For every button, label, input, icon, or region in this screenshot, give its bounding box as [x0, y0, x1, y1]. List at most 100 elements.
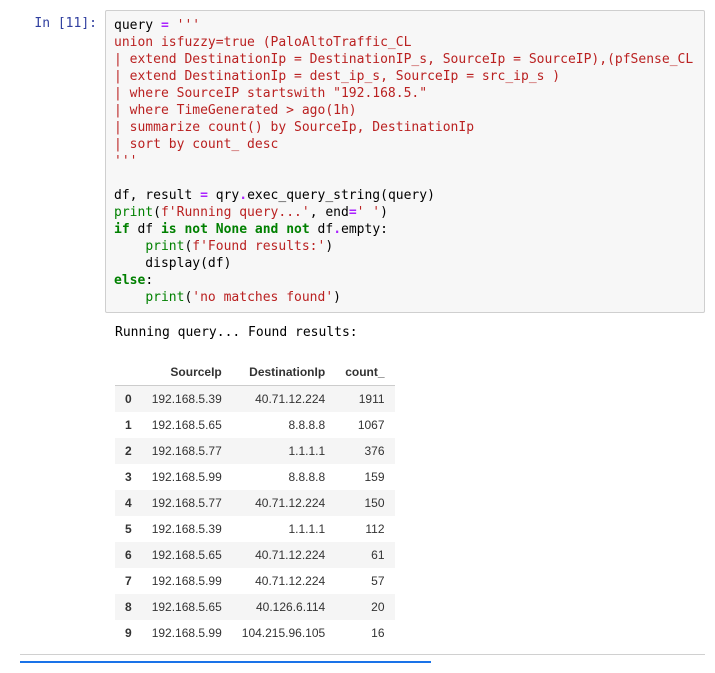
code-token: [169, 18, 177, 33]
code-token: [114, 290, 145, 305]
row-index: 6: [115, 542, 142, 568]
table-cell: 1.1.1.1: [232, 516, 335, 542]
row-index: 1: [115, 412, 142, 438]
code-token: [247, 222, 255, 237]
code-token: qry: [208, 188, 239, 203]
code-token: 'no matches found': [192, 290, 333, 305]
code-token: =: [161, 18, 169, 33]
code-token: | where SourceIP startswith "192.168.5.": [114, 86, 427, 101]
table-cell: 1067: [335, 412, 394, 438]
table-cell: 40.71.12.224: [232, 542, 335, 568]
table-cell: 16: [335, 620, 394, 646]
code-token: ): [333, 290, 341, 305]
table-cell: 192.168.5.77: [142, 490, 232, 516]
code-token: | extend DestinationIp = DestinationIP_s…: [114, 52, 693, 67]
code-token: else: [114, 273, 145, 288]
code-token: | extend DestinationIp = dest_ip_s, Sour…: [114, 69, 560, 84]
code-token: (: [153, 205, 161, 220]
code-token: f'Running query...': [161, 205, 310, 220]
table-cell: 192.168.5.65: [142, 542, 232, 568]
code-token: df: [310, 222, 333, 237]
table-row: 8192.168.5.6540.126.6.11420: [115, 594, 395, 620]
row-index: 0: [115, 386, 142, 413]
code-token: empty:: [341, 222, 388, 237]
code-cell: In [11]: query = ''' union isfuzzy=true …: [20, 10, 705, 313]
table-cell: 192.168.5.65: [142, 594, 232, 620]
table-row: 2192.168.5.771.1.1.1376: [115, 438, 395, 464]
table-cell: 192.168.5.65: [142, 412, 232, 438]
table-cell: 192.168.5.99: [142, 620, 232, 646]
column-header: DestinationIp: [232, 359, 335, 386]
code-token: is: [161, 222, 177, 237]
row-index: 9: [115, 620, 142, 646]
code-token: ): [325, 239, 333, 254]
code-token: union isfuzzy=true (PaloAltoTraffic_CL: [114, 35, 411, 50]
code-token: =: [349, 205, 357, 220]
table-row: 6192.168.5.6540.71.12.22461: [115, 542, 395, 568]
selection-indicator: [20, 661, 431, 663]
code-token: print: [145, 290, 184, 305]
code-token: ' ': [357, 205, 380, 220]
row-index: 8: [115, 594, 142, 620]
table-cell: 192.168.5.77: [142, 438, 232, 464]
input-prompt: In [11]:: [20, 10, 105, 31]
column-header: count_: [335, 359, 394, 386]
row-index: 5: [115, 516, 142, 542]
table-cell: 57: [335, 568, 394, 594]
table-cell: 61: [335, 542, 394, 568]
row-index: 4: [115, 490, 142, 516]
row-index: 7: [115, 568, 142, 594]
code-token: ''': [177, 18, 200, 33]
table-row: 0192.168.5.3940.71.12.2241911: [115, 386, 395, 413]
code-token: df, result: [114, 188, 200, 203]
table-cell: 159: [335, 464, 394, 490]
code-token: .: [239, 188, 247, 203]
code-token: display(df): [114, 256, 231, 271]
code-token: None: [216, 222, 247, 237]
code-token: and: [255, 222, 278, 237]
code-token: if: [114, 222, 130, 237]
code-token: [208, 222, 216, 237]
table-cell: 104.215.96.105: [232, 620, 335, 646]
divider: [20, 654, 705, 657]
table-cell: 192.168.5.39: [142, 386, 232, 413]
table-cell: 40.71.12.224: [232, 490, 335, 516]
table-row: 1192.168.5.658.8.8.81067: [115, 412, 395, 438]
code-token: | where TimeGenerated > ago(1h): [114, 103, 357, 118]
table-row: 4192.168.5.7740.71.12.224150: [115, 490, 395, 516]
table-cell: 192.168.5.99: [142, 568, 232, 594]
code-token: not: [184, 222, 207, 237]
table-cell: 20: [335, 594, 394, 620]
table-cell: 40.126.6.114: [232, 594, 335, 620]
table-corner: [115, 359, 142, 386]
code-token: not: [286, 222, 309, 237]
code-token: =: [200, 188, 208, 203]
table-cell: 40.71.12.224: [232, 568, 335, 594]
table-cell: 192.168.5.39: [142, 516, 232, 542]
table-cell: 192.168.5.99: [142, 464, 232, 490]
table-cell: 376: [335, 438, 394, 464]
table-row: 5192.168.5.391.1.1.1112: [115, 516, 395, 542]
code-token: f'Found results:': [192, 239, 325, 254]
table-cell: 8.8.8.8: [232, 464, 335, 490]
code-token: , end: [310, 205, 349, 220]
row-index: 3: [115, 464, 142, 490]
code-token: print: [145, 239, 184, 254]
code-input-area[interactable]: query = ''' union isfuzzy=true (PaloAlto…: [105, 10, 705, 313]
table-cell: 150: [335, 490, 394, 516]
code-token: ''': [114, 154, 137, 169]
output-area: Running query... Found results: SourceIp…: [105, 313, 705, 646]
table-row: 9192.168.5.99104.215.96.10516: [115, 620, 395, 646]
stdout-text: Running query... Found results:: [115, 325, 705, 341]
code-token: df: [130, 222, 161, 237]
code-token: ): [380, 205, 388, 220]
table-cell: 40.71.12.224: [232, 386, 335, 413]
table-cell: 112: [335, 516, 394, 542]
code-token: [114, 239, 145, 254]
code-token: print: [114, 205, 153, 220]
table-cell: 1911: [335, 386, 394, 413]
code-block[interactable]: query = ''' union isfuzzy=true (PaloAlto…: [114, 17, 696, 306]
code-token: .: [333, 222, 341, 237]
column-header: SourceIp: [142, 359, 232, 386]
code-token: | summarize count() by SourceIp, Destina…: [114, 120, 474, 135]
